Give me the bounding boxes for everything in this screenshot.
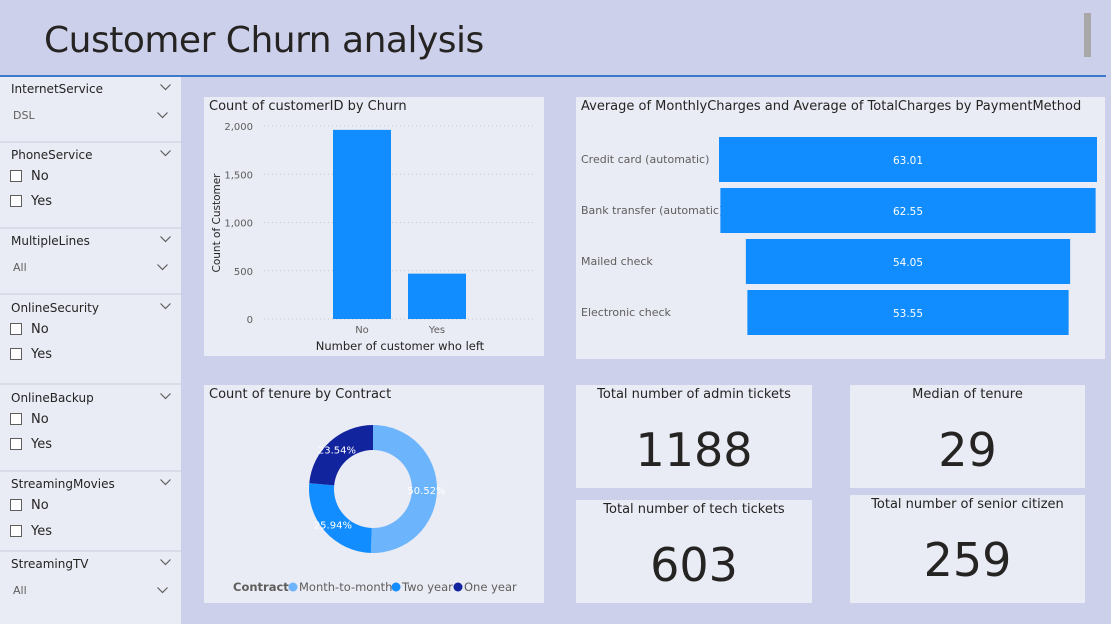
- y-tick-label: 0: [247, 315, 253, 326]
- slicer-multiple-lines: MultipleLines All: [0, 229, 181, 295]
- checkbox[interactable]: [10, 525, 22, 537]
- slicer-title: StreamingMovies: [11, 477, 115, 491]
- slice-label: 50.52%: [407, 486, 445, 497]
- kpi-card-admin-tickets[interactable]: Total number of admin tickets 1188: [576, 385, 812, 488]
- legend-label: One year: [464, 580, 517, 594]
- page-bottom-edge: [0, 624, 1111, 628]
- scrollbar-thumb[interactable]: [1084, 13, 1091, 57]
- slicer-streaming-tv: StreamingTV All: [0, 552, 181, 624]
- option-label: Yes: [31, 194, 52, 209]
- slice-label: 23.54%: [318, 445, 356, 456]
- chevron-down-icon[interactable]: [160, 150, 171, 159]
- slicer-title: StreamingTV: [11, 557, 89, 571]
- slicer-online-backup: OnlineBackup No Yes: [0, 386, 181, 472]
- slicer-title: MultipleLines: [11, 234, 90, 248]
- data-label: 53.55: [893, 308, 923, 320]
- x-tick-label: Yes: [428, 325, 445, 336]
- slicer-streaming-movies: StreamingMovies No Yes: [0, 472, 181, 552]
- option-label: Yes: [31, 437, 52, 452]
- slicer-title: PhoneService: [11, 148, 93, 162]
- checkbox[interactable]: [10, 195, 22, 207]
- kpi-title: Total number of senior citizen: [871, 497, 1064, 512]
- kpi-title: Total number of tech tickets: [603, 502, 785, 517]
- y-tick-label: 1,500: [224, 170, 253, 181]
- legend-label: Two year: [401, 580, 453, 594]
- chevron-down-icon[interactable]: [160, 236, 171, 245]
- checkbox[interactable]: [10, 413, 22, 425]
- slicer-title: OnlineBackup: [11, 391, 94, 405]
- kpi-title: Median of tenure: [912, 387, 1023, 402]
- option-label: Yes: [31, 524, 52, 539]
- kpi-title: Total number of admin tickets: [597, 387, 791, 402]
- legend-marker: [391, 582, 401, 592]
- data-label: 63.01: [893, 155, 923, 167]
- legend-title: Contract: [233, 580, 289, 594]
- x-axis-title: Number of customer who left: [316, 339, 485, 353]
- chevron-down-icon[interactable]: [157, 112, 168, 121]
- y-tick-label: 1,000: [224, 219, 253, 230]
- kpi-card-senior-citizen[interactable]: Total number of senior citizen 259: [850, 495, 1085, 603]
- bar-yes: [408, 273, 466, 319]
- checkbox[interactable]: [10, 323, 22, 335]
- checkbox[interactable]: [10, 499, 22, 511]
- kpi-card-median-tenure[interactable]: Median of tenure 29: [850, 385, 1085, 488]
- dropdown-value[interactable]: All: [13, 584, 27, 597]
- option-label: No: [31, 412, 49, 427]
- slice-label: 25.94%: [314, 520, 352, 531]
- option-label: No: [31, 169, 49, 184]
- y-axis-title: Count of Customer: [211, 173, 223, 273]
- y-tick-label: 2,000: [224, 122, 253, 133]
- checkbox[interactable]: [10, 348, 22, 360]
- chevron-down-icon[interactable]: [160, 84, 171, 93]
- slicer-title: OnlineSecurity: [11, 301, 99, 315]
- checkbox[interactable]: [10, 438, 22, 450]
- chevron-down-icon[interactable]: [157, 264, 168, 273]
- x-tick-label: No: [355, 325, 369, 336]
- legend-label: Month-to-month: [299, 580, 392, 594]
- bar-no: [333, 129, 391, 319]
- contract-donut-chart-card[interactable]: Count of tenure by Contract 50.52% 25.94%…: [204, 385, 544, 603]
- page-title: Customer Churn analysis: [44, 20, 484, 61]
- option-label: Yes: [31, 347, 52, 362]
- report-header: Customer Churn analysis: [0, 0, 1111, 77]
- data-label: 62.55: [893, 206, 923, 218]
- chevron-down-icon[interactable]: [160, 479, 171, 488]
- kpi-value: 29: [938, 423, 997, 477]
- option-label: No: [31, 322, 49, 337]
- kpi-card-tech-tickets[interactable]: Total number of tech tickets 603: [576, 500, 812, 603]
- data-label: 54.05: [893, 257, 923, 269]
- option-label: No: [31, 498, 49, 513]
- chevron-down-icon[interactable]: [160, 303, 171, 312]
- payment-method-chart: Credit card (automatic) 63.01 Bank transfe…: [581, 137, 1097, 335]
- slicer-phone-service: PhoneService No Yes: [0, 143, 181, 229]
- kpi-value: 1188: [635, 423, 753, 477]
- chevron-down-icon[interactable]: [160, 559, 171, 568]
- slicer-internet-service: InternetService DSL: [0, 77, 181, 143]
- category-label: Credit card (automatic): [581, 153, 709, 166]
- kpi-value: 259: [923, 533, 1012, 587]
- category-label: Electronic check: [581, 306, 672, 319]
- slicer-title: InternetService: [11, 82, 103, 96]
- payment-method-chart-card[interactable]: Average of MonthlyCharges and Average of…: [576, 97, 1105, 359]
- legend-marker: [288, 582, 298, 592]
- dropdown-value[interactable]: All: [13, 261, 27, 274]
- chevron-down-icon[interactable]: [157, 587, 168, 596]
- dropdown-value[interactable]: DSL: [13, 109, 35, 122]
- legend-marker: [453, 582, 463, 592]
- category-label: Bank transfer (automatic): [581, 204, 723, 217]
- donut-slice: [309, 483, 372, 553]
- churn-bar-chart: 0 500 1,000 1,500 2,000 No Yes Number of custom…: [211, 122, 534, 353]
- churn-bar-chart-card[interactable]: Count of customerID by Churn 0 500 1,000 1,…: [204, 97, 544, 356]
- checkbox[interactable]: [10, 170, 22, 182]
- chevron-down-icon[interactable]: [160, 393, 171, 402]
- slicer-online-security: OnlineSecurity No Yes: [0, 296, 181, 385]
- kpi-value: 603: [650, 538, 738, 592]
- category-label: Mailed check: [581, 255, 653, 268]
- contract-donut-chart: 50.52% 25.94% 23.54% Contract Month-to-month…: [233, 425, 517, 594]
- y-tick-label: 500: [234, 267, 253, 278]
